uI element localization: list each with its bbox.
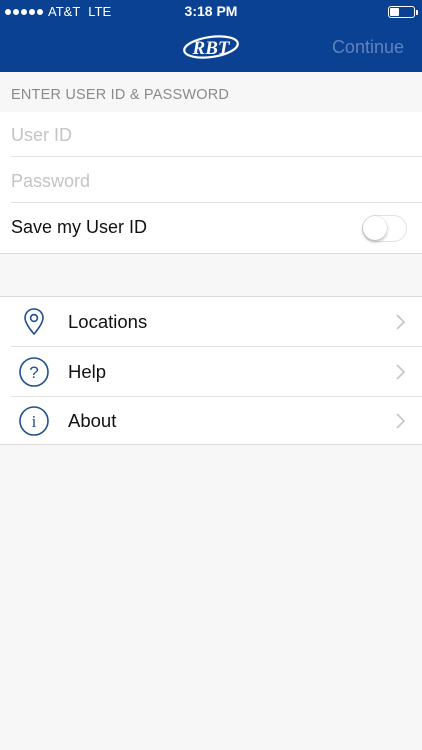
chevron-right-icon	[396, 413, 406, 429]
menu-item-label: About	[68, 410, 117, 431]
continue-button[interactable]: Continue	[332, 37, 404, 58]
info-circle-icon: i	[18, 405, 50, 437]
menu-item-about[interactable]: i About	[0, 396, 422, 445]
location-pin-icon	[18, 306, 50, 338]
menu-item-help[interactable]: ? Help	[0, 347, 422, 396]
battery-icon	[388, 6, 418, 18]
logo-text: RBT	[192, 38, 231, 59]
bank-logo: RBT	[182, 34, 240, 60]
login-section-title: ENTER USER ID & PASSWORD	[11, 87, 230, 103]
menu-item-label: Help	[68, 361, 107, 382]
menu-item-label: Locations	[68, 311, 148, 332]
status-bar: AT&T LTE 3:18 PM	[0, 0, 422, 24]
password-row	[0, 158, 422, 204]
menu-list: Locations ? Help i About	[0, 296, 422, 445]
user-id-input[interactable]	[11, 112, 411, 158]
chevron-right-icon	[396, 364, 406, 380]
status-time: 3:18 PM	[184, 3, 238, 19]
chevron-right-icon	[396, 314, 406, 330]
login-form: Save my User ID	[0, 112, 422, 254]
menu-item-locations[interactable]: Locations	[0, 297, 422, 346]
save-user-id-toggle[interactable]	[362, 215, 407, 242]
divider	[11, 202, 422, 203]
password-input[interactable]	[11, 158, 411, 204]
navigation-header: AT&T LTE 3:18 PM RBT Continue	[0, 0, 422, 72]
svg-text:?: ?	[29, 363, 38, 382]
question-circle-icon: ?	[18, 356, 50, 388]
user-id-row	[0, 112, 422, 158]
svg-text:i: i	[32, 412, 37, 431]
toggle-knob	[363, 216, 387, 240]
save-user-id-label: Save my User ID	[11, 217, 148, 237]
divider	[11, 156, 422, 157]
